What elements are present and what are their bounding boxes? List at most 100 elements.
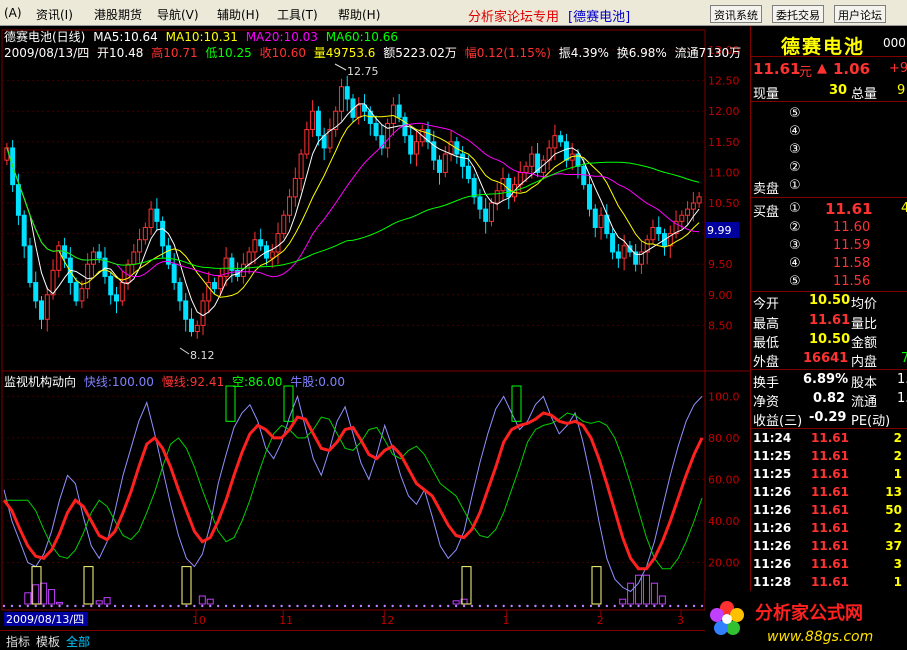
candle-body [563,141,569,161]
candle-body [137,239,143,253]
menu-item-tools[interactable]: 工具(T) [277,6,318,23]
low-label: 最低 [753,336,780,351]
month-axis-ticks: 10 11 12 1 2 3 [192,610,684,627]
menu-item-a[interactable]: (A) [4,6,22,20]
total-vol-label: 总量 [851,87,878,102]
indicator-dot [232,604,236,608]
price-tick-label: 11.00 [708,166,740,179]
candle-body [338,86,344,112]
current-price-label: 9.99 [707,224,732,237]
sell-label: 卖盘 [753,182,780,197]
candle-body [171,263,177,284]
buy-level-1: ① [789,201,801,216]
candle-body [621,245,627,259]
indicator-dot [684,604,688,608]
price-axis-ticks: 13.0012.5012.0011.5011.0010.5010.009.509… [708,44,740,332]
indicator-dot [589,604,593,608]
total-vol-value: 9 [897,83,906,98]
tab-all[interactable]: 全部 [66,633,90,650]
indicator-bar [48,589,56,605]
indicator-bar [650,582,658,605]
candle-body [108,275,114,296]
tick-price: 11.61 [811,431,849,445]
indicator-dot [50,604,53,608]
month-tick-label: 3 [677,614,684,627]
candle-body [38,300,44,320]
menu-item-assist[interactable]: 辅助(H) [217,6,259,23]
watermark-logo: 分析家公式网 www.88gs.com [705,591,907,650]
price-tick-label: 11.50 [708,136,740,149]
indicator-bull: 牛股:0.00 [290,375,345,389]
legend-low: 低10.25 [205,46,252,60]
indicator-dot [335,604,339,608]
month-tick-label: 11 [279,614,293,627]
open-label: 今开 [753,297,780,312]
quote-unit: 元 [799,65,813,80]
divider [751,428,907,429]
tick-row: 11:26 11.61 50 [751,503,907,521]
high-value: 11.61 [809,313,851,328]
eps-value: -0.29 [809,410,847,425]
menu-item-help[interactable]: 帮助(H) [338,6,380,23]
indicator-empty: 空:86.00 [231,375,283,389]
indicator-dot [82,604,85,608]
indicator-dot [375,604,378,608]
trade-button[interactable]: 委托交易 [772,5,824,23]
indicator-dot [10,604,14,608]
candle-body [160,220,166,247]
watermark-url: www.88gs.com [767,629,873,645]
candle-body [21,214,27,247]
tick-price: 11.61 [811,467,849,481]
indicator-dot [105,604,109,608]
menu-item-news[interactable]: 资讯(I) [36,6,73,23]
indicator-dot [558,604,561,608]
menu-item-navigate[interactable]: 导航(V) [157,6,199,23]
candle-body [79,288,85,302]
candles [4,75,702,339]
indicator-bar [103,597,111,605]
candle-body [246,251,252,265]
legend-ma20: MA20:10.03 [245,30,318,44]
pe-label: PE(动) [851,414,891,429]
indicator-dot [534,604,537,608]
indicator-dot [169,604,172,608]
avg-label: 均价 [851,297,878,312]
indicator-boxes [31,385,602,605]
candle-body [610,233,616,253]
tick-time: 11:26 [753,521,792,535]
news-system-button[interactable]: 资讯系统 [710,5,762,23]
legend-row-ohlc: 2009/08/13/四 开10.48 高10.71 低10.25 收10.60… [4,44,745,61]
candle-body [298,153,304,180]
watermark-brand: 分析家公式网 [755,602,863,624]
ma20-line [6,122,700,278]
indicator-bar [95,600,103,605]
legend-row-indicator: 监视机构动向 快线:100.00 慢线:92.41 空:86.00 牛股:0.0… [4,373,349,390]
net-value: 0.82 [813,391,846,406]
indicator-dot [248,604,252,608]
candle-body [304,129,310,155]
low-label: 8.12 [190,349,215,362]
tick-time: 11:28 [753,575,792,589]
price-tick-label: 8.50 [708,319,733,332]
indicator-dot [129,604,133,608]
tab-template[interactable]: 模板 [36,633,60,650]
tick-time: 11:26 [753,485,792,499]
indicator-dot [121,604,125,608]
month-tick-label: 12 [380,614,394,627]
legend-volume: 量49753.6 [313,46,376,60]
chart-area[interactable]: 13.0012.5012.0011.5011.0010.5010.009.509… [0,26,750,630]
quote-price: 11.61 [753,60,801,78]
indicator-dot [423,604,426,608]
indicator-dot [113,604,117,608]
forum-button[interactable]: 用户论坛 [834,5,886,23]
candle-body [690,202,696,210]
legend-row-ma: 德赛电池(日线) MA5:10.64 MA10:10.31 MA20:10.03… [4,28,402,45]
menu-item-hk-futures[interactable]: 港股期货 [94,6,142,23]
indicator-dot [145,604,148,608]
candle-body [90,251,96,265]
candle-body [194,324,200,333]
tab-indicator[interactable]: 指标 [6,633,30,650]
indicator-dot [153,604,156,608]
kline-chart[interactable]: 13.0012.5012.0011.5011.0010.5010.009.509… [0,26,750,630]
legend-ma5: MA5:10.64 [93,30,158,44]
